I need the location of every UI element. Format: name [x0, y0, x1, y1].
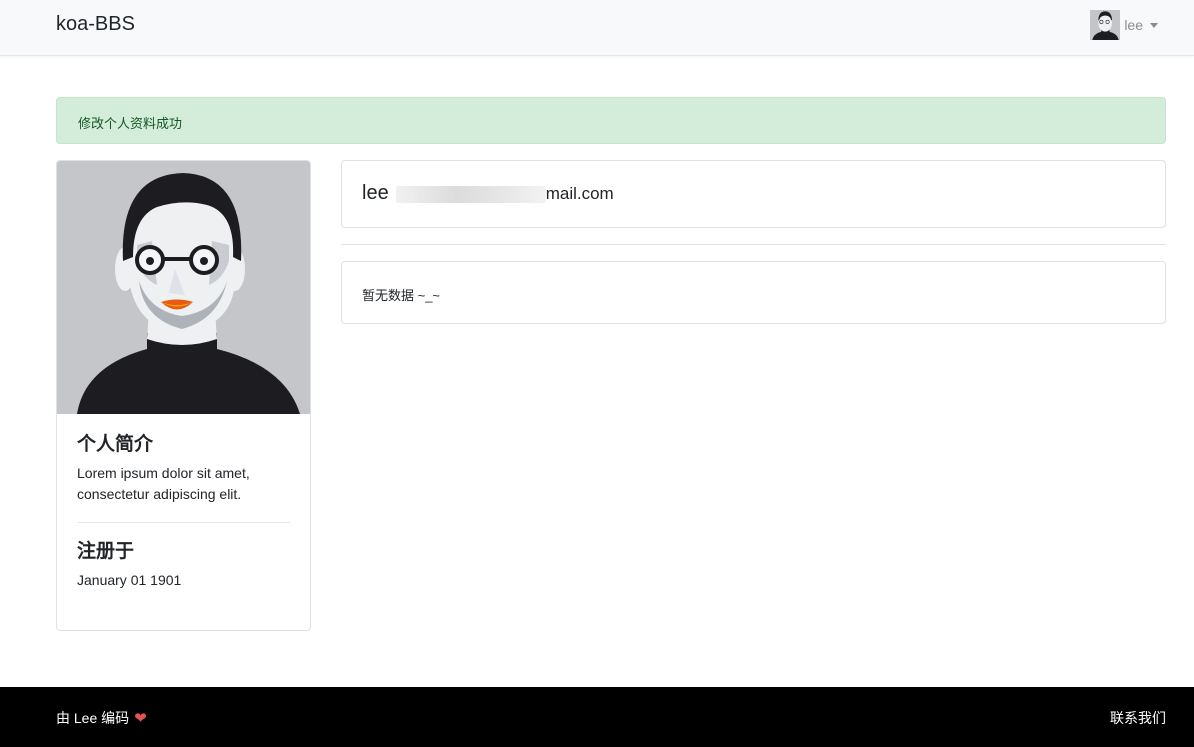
user-email: mail.com [395, 184, 614, 204]
divider [77, 522, 290, 523]
contact-link[interactable]: 联系我们 [1110, 708, 1166, 728]
footer: 由 Lee 编码 ❤ 联系我们 [0, 687, 1194, 747]
section-divider [341, 244, 1166, 245]
redacted-mask [395, 186, 546, 203]
brand-link[interactable]: koa-BBS [56, 13, 135, 36]
navbar: koa-BBS lee [0, 0, 1194, 56]
alert-message: 修改个人资料成功 [78, 116, 183, 131]
success-alert: 修改个人资料成功 [56, 97, 1166, 144]
posts-card: 暂无数据 ~_~ [341, 261, 1166, 324]
info-username: lee [362, 182, 389, 204]
email-domain: mail.com [545, 184, 614, 203]
user-menu-toggle[interactable]: lee [1090, 10, 1158, 40]
bio-title: 个人简介 [77, 434, 154, 455]
credit-text: 由 Lee 编码 [56, 710, 130, 726]
footer-credit: 由 Lee 编码 ❤ [56, 708, 147, 728]
empty-state-text: 暂无数据 ~_~ [362, 288, 441, 303]
registered-date: January 01 1901 [77, 572, 182, 588]
caret-down-icon [1150, 23, 1158, 28]
bio-text: Lorem ipsum dolor sit amet, consectetur … [77, 465, 250, 502]
avatar [1090, 10, 1121, 40]
heart-icon: ❤ [134, 710, 147, 727]
user-info-card: lee mail.com [341, 160, 1166, 228]
user-name: lee [1124, 17, 1143, 33]
registered-title: 注册于 [77, 541, 135, 562]
profile-card: 个人简介 Lorem ipsum dolor sit amet, consect… [56, 160, 311, 631]
user-portrait-icon [57, 161, 310, 414]
